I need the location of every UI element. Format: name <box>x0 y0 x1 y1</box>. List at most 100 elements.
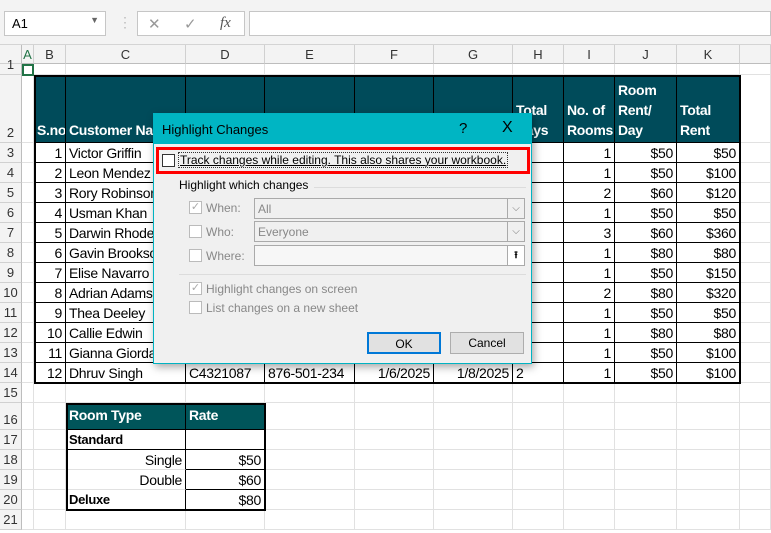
cell[interactable] <box>564 490 615 510</box>
cell[interactable] <box>34 403 66 430</box>
column-header-K[interactable]: K <box>677 45 740 64</box>
cell[interactable] <box>22 510 34 530</box>
track-changes-checkbox[interactable] <box>162 154 175 167</box>
column-header-D[interactable]: D <box>186 45 265 64</box>
row-header-17[interactable]: 17 <box>0 430 22 450</box>
column-header-E[interactable]: E <box>265 45 355 64</box>
table-cell[interactable]: 3 <box>34 183 66 203</box>
cell[interactable] <box>677 450 740 470</box>
cell[interactable] <box>22 223 34 243</box>
table-header-cell[interactable]: No. of Rooms <box>564 75 615 143</box>
cell[interactable] <box>265 470 355 490</box>
cell[interactable] <box>22 203 34 223</box>
table-cell[interactable]: 1/8/2025 <box>434 363 513 383</box>
cell[interactable] <box>265 430 355 450</box>
cell[interactable] <box>434 64 513 75</box>
cell[interactable] <box>740 303 771 323</box>
cell[interactable] <box>564 430 615 450</box>
table-cell[interactable]: $80 <box>615 243 677 263</box>
cell[interactable] <box>564 403 615 430</box>
cell[interactable] <box>677 510 740 530</box>
cell[interactable] <box>564 450 615 470</box>
row-header-5[interactable]: 5 <box>0 183 22 203</box>
cell[interactable] <box>677 403 740 430</box>
table-cell[interactable]: $50 <box>615 143 677 163</box>
cell[interactable] <box>22 183 34 203</box>
cell[interactable] <box>434 470 513 490</box>
cancel-button[interactable]: Cancel <box>450 332 524 354</box>
cell[interactable] <box>34 450 66 470</box>
cell[interactable] <box>355 64 434 75</box>
cell[interactable] <box>34 510 66 530</box>
column-header-H[interactable]: H <box>513 45 564 64</box>
where-input[interactable]: ⭱ <box>254 245 525 266</box>
table-cell[interactable]: $80 <box>615 283 677 303</box>
column-header-F[interactable]: F <box>355 45 434 64</box>
cell[interactable] <box>740 183 771 203</box>
row-header-15[interactable]: 15 <box>0 383 22 403</box>
cell[interactable] <box>22 263 34 283</box>
cell[interactable] <box>434 490 513 510</box>
chevron-down-icon[interactable]: ▼ <box>90 15 99 25</box>
table-cell[interactable]: $100 <box>677 363 740 383</box>
cell[interactable] <box>564 470 615 490</box>
table-cell[interactable]: 2 <box>34 163 66 183</box>
cell[interactable] <box>740 64 771 75</box>
cell[interactable] <box>615 403 677 430</box>
cell[interactable] <box>434 383 513 403</box>
cell[interactable] <box>186 64 265 75</box>
cell[interactable] <box>740 203 771 223</box>
table-cell[interactable]: 9 <box>34 303 66 323</box>
cell[interactable] <box>22 403 34 430</box>
table-cell[interactable]: 1 <box>564 323 615 343</box>
table-cell[interactable]: $320 <box>677 283 740 303</box>
cell[interactable] <box>615 470 677 490</box>
cell[interactable] <box>22 490 34 510</box>
cell[interactable] <box>22 450 34 470</box>
cell[interactable] <box>34 470 66 490</box>
cell[interactable] <box>740 243 771 263</box>
table-cell[interactable]: $50 <box>615 363 677 383</box>
cell[interactable] <box>265 510 355 530</box>
row-header-9[interactable]: 9 <box>0 263 22 283</box>
cell[interactable] <box>186 383 265 403</box>
table-cell[interactable]: 11 <box>34 343 66 363</box>
cell[interactable] <box>513 510 564 530</box>
table-cell[interactable]: $80 <box>615 323 677 343</box>
chevron-down-icon[interactable]: ⌵ <box>507 199 524 218</box>
cell[interactable] <box>434 430 513 450</box>
table-cell[interactable]: $50 <box>615 163 677 183</box>
cell[interactable] <box>677 64 740 75</box>
cell[interactable] <box>265 403 355 430</box>
cell[interactable] <box>22 163 34 183</box>
cell[interactable] <box>615 450 677 470</box>
cell[interactable] <box>740 403 771 430</box>
table-cell[interactable]: $50 <box>677 143 740 163</box>
cell[interactable] <box>615 64 677 75</box>
row-header-20[interactable]: 20 <box>0 490 22 510</box>
cell[interactable] <box>434 450 513 470</box>
close-button[interactable]: X <box>502 119 513 137</box>
cell[interactable] <box>740 450 771 470</box>
who-dropdown[interactable]: Everyone ⌵ <box>254 221 525 242</box>
cell[interactable] <box>66 64 186 75</box>
row-header-1[interactable]: 1 <box>0 57 22 75</box>
track-changes-label[interactable]: Track changes while editing. This also s… <box>178 152 509 168</box>
table-cell[interactable]: $50 <box>615 263 677 283</box>
cell[interactable] <box>615 510 677 530</box>
row-header-12[interactable]: 12 <box>0 323 22 343</box>
cell[interactable] <box>677 430 740 450</box>
cell[interactable] <box>513 490 564 510</box>
row-header-13[interactable]: 13 <box>0 343 22 363</box>
table-cell[interactable]: $100 <box>677 163 740 183</box>
table-cell[interactable]: 4 <box>34 203 66 223</box>
row-header-16[interactable]: 16 <box>0 403 22 430</box>
cell[interactable] <box>740 363 771 383</box>
column-header-B[interactable]: B <box>34 45 66 64</box>
cell[interactable] <box>740 75 771 143</box>
cell[interactable] <box>740 343 771 363</box>
cell[interactable] <box>265 383 355 403</box>
cell[interactable] <box>615 430 677 450</box>
cell[interactable] <box>740 223 771 243</box>
row-header-11[interactable]: 11 <box>0 303 22 323</box>
